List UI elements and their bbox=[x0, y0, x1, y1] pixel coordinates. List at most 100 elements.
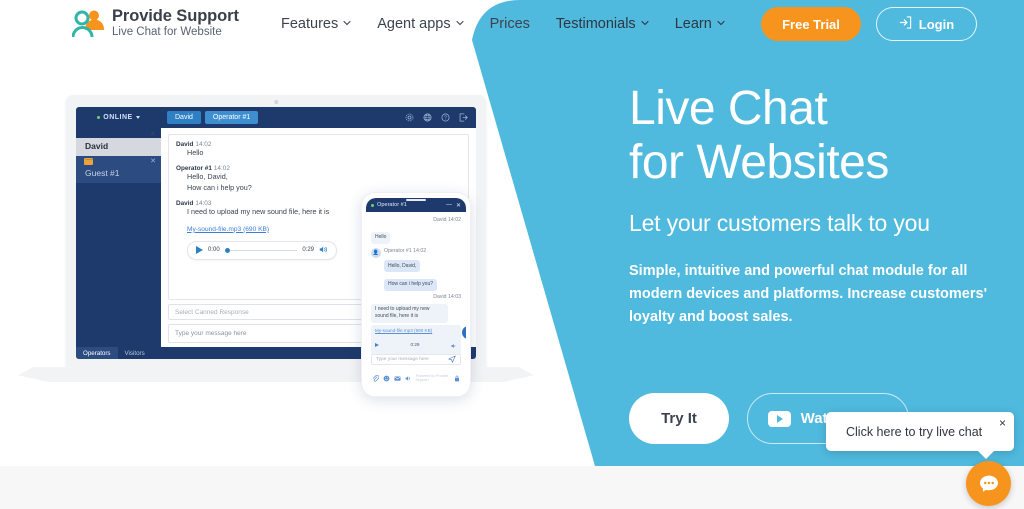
chat-message: David 14:02 Hello bbox=[176, 141, 461, 158]
message-meta: David 14:02 bbox=[176, 141, 461, 148]
hero-subheading: Let your customers talk to you bbox=[629, 209, 930, 236]
volume-icon[interactable] bbox=[319, 241, 328, 259]
envelope-icon[interactable] bbox=[394, 369, 401, 387]
volume-icon[interactable] bbox=[451, 336, 457, 354]
login-button[interactable]: Login bbox=[876, 7, 977, 41]
laptop-camera-icon bbox=[274, 100, 278, 104]
globe-icon[interactable] bbox=[423, 109, 432, 127]
logout-icon[interactable] bbox=[459, 109, 468, 127]
nav-item-learn[interactable]: Learn bbox=[662, 0, 738, 48]
message-author: Operator #1 bbox=[384, 247, 412, 254]
envelope-icon bbox=[84, 157, 93, 165]
try-it-button[interactable]: Try It bbox=[629, 393, 729, 444]
phone-window-controls: — ✕ bbox=[446, 202, 461, 209]
visitor-list: ✕ David ✕ Guest #1 bbox=[76, 128, 161, 347]
minimize-icon[interactable]: — bbox=[446, 202, 452, 208]
message-time: 14:02 bbox=[195, 141, 212, 148]
chevron-down-icon bbox=[456, 19, 464, 27]
chevron-down-icon bbox=[717, 19, 725, 27]
emoji-icon[interactable] bbox=[383, 369, 390, 387]
help-icon[interactable]: ? bbox=[441, 109, 450, 127]
chevron-down-icon bbox=[343, 19, 351, 27]
brand-name: Provide Support bbox=[112, 7, 239, 25]
free-trial-button[interactable]: Free Trial bbox=[761, 7, 861, 41]
chevron-down-icon bbox=[135, 116, 140, 119]
live-chat-button[interactable] bbox=[966, 461, 1011, 506]
phone-chat-message: David 14:03 bbox=[371, 294, 461, 300]
phone-message-input[interactable]: Type your message here bbox=[371, 354, 461, 365]
phone-message-list: David 14:02 Hello 👤 Operator #1 14:02 He… bbox=[366, 212, 466, 354]
footer-tab-operators[interactable]: Operators bbox=[76, 347, 118, 359]
gear-icon[interactable] bbox=[405, 109, 414, 127]
nav-item-prices[interactable]: Prices bbox=[477, 0, 543, 48]
audio-total-time: 0:29 bbox=[302, 247, 314, 254]
close-icon[interactable]: ✕ bbox=[150, 157, 156, 165]
conversation-tabs: David Operator #1 ? bbox=[161, 107, 476, 128]
message-author: David bbox=[433, 293, 447, 300]
phone-audio-player[interactable]: My-sound-file.mp3 (690 KB) 0:29 bbox=[371, 324, 466, 354]
close-icon[interactable]: ✕ bbox=[456, 202, 461, 209]
play-icon[interactable] bbox=[375, 342, 379, 347]
nav-label: Testimonials bbox=[555, 16, 636, 32]
status-dot-icon bbox=[371, 203, 374, 207]
provide-support-logo-icon bbox=[71, 9, 104, 39]
message-text: Hello, David, bbox=[187, 172, 228, 182]
hero-heading-line1: Live Chat bbox=[629, 82, 828, 135]
message-time: 14:03 bbox=[195, 200, 212, 208]
nav-label: Learn bbox=[674, 16, 712, 32]
phone-chat-title: Operator #1 bbox=[377, 202, 407, 208]
page-bottom-band bbox=[0, 466, 1024, 509]
nav-label: Features bbox=[281, 16, 339, 32]
login-icon bbox=[899, 16, 912, 32]
phone-input-placeholder: Type your message here bbox=[376, 357, 429, 362]
paperclip-icon[interactable] bbox=[372, 369, 380, 387]
message-author: David bbox=[176, 200, 194, 208]
message-meta: David 14:02 bbox=[371, 217, 461, 223]
volume-icon[interactable] bbox=[405, 369, 412, 387]
nav-label: Prices bbox=[489, 16, 530, 32]
visitor-item-guest-1[interactable]: Guest #1 bbox=[76, 166, 161, 183]
tab-operator-1[interactable]: Operator #1 bbox=[204, 111, 259, 124]
audio-controls: 0:29 bbox=[375, 336, 457, 354]
message-bubble: How can i help you? bbox=[384, 278, 438, 291]
lock-icon bbox=[454, 369, 460, 387]
close-icon[interactable]: × bbox=[999, 417, 1006, 429]
chevron-down-icon bbox=[641, 19, 649, 27]
play-icon[interactable] bbox=[196, 246, 203, 255]
operator-status-selector[interactable]: ONLINE bbox=[76, 107, 161, 128]
audio-player[interactable]: 0:00 0:29 bbox=[187, 240, 337, 260]
attachment-link[interactable]: My-sound-file.mp3 (690 KB) bbox=[176, 226, 269, 233]
powered-by-label: Powered by Provide Support bbox=[416, 374, 449, 382]
chat-invitation-tooltip[interactable]: Click here to try live chat × bbox=[826, 412, 1014, 459]
nav-item-testimonials[interactable]: Testimonials bbox=[543, 0, 662, 48]
phone-mockup: Operator #1 — ✕ David 14:02 Hello 👤 Oper… bbox=[361, 192, 471, 397]
close-icon[interactable]: ✕ bbox=[76, 128, 161, 138]
login-label: Login bbox=[918, 16, 955, 32]
status-dot-icon bbox=[97, 116, 101, 119]
site-header: Provide Support Live Chat for Website Fe… bbox=[0, 0, 1024, 48]
tooltip-tail bbox=[977, 450, 995, 459]
message-time: 14:02 bbox=[448, 217, 461, 223]
attachment-link[interactable]: My-sound-file.mp3 (690 KB) bbox=[375, 328, 457, 333]
visitor-item-david[interactable]: David bbox=[76, 138, 161, 156]
send-icon[interactable] bbox=[448, 355, 456, 365]
nav-item-agent-apps[interactable]: Agent apps bbox=[364, 0, 476, 48]
message-author: Operator #1 bbox=[176, 165, 212, 173]
hero-heading-line2: for Websites bbox=[629, 135, 889, 189]
message-bubble: I need to upload my new sound file, here… bbox=[371, 303, 449, 323]
audio-current-time: 0:00 bbox=[208, 247, 220, 254]
download-icon[interactable] bbox=[462, 325, 466, 339]
tab-david[interactable]: David bbox=[167, 111, 201, 124]
audio-total-time: 0:29 bbox=[410, 342, 420, 347]
footer-tab-visitors[interactable]: Visitors bbox=[118, 350, 152, 357]
nav-item-features[interactable]: Features bbox=[268, 0, 364, 48]
message-meta: Operator #1 14:02 bbox=[384, 248, 461, 254]
message-bubble: Hello, David, bbox=[384, 260, 421, 272]
brand-tagline: Live Chat for Website bbox=[112, 26, 222, 39]
main-navigation: Features Agent apps Prices Testimonials … bbox=[268, 0, 738, 48]
message-text: Hello bbox=[187, 148, 204, 157]
message-time: 14:03 bbox=[448, 293, 461, 300]
audio-progress-slider[interactable] bbox=[224, 247, 298, 253]
audio-slider-knob[interactable] bbox=[224, 247, 230, 253]
brand-logo[interactable]: Provide Support Live Chat for Website bbox=[71, 7, 239, 40]
